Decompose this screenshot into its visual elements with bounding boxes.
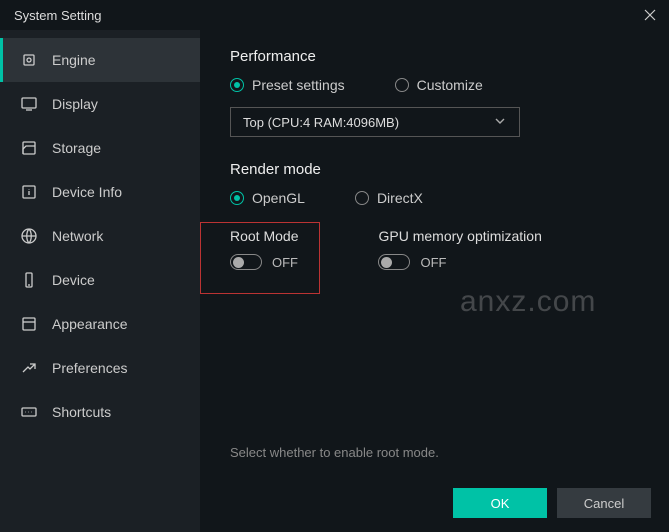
sidebar-item-device-info[interactable]: Device Info	[0, 170, 200, 214]
ok-button[interactable]: OK	[453, 488, 547, 518]
root-mode-block: Root Mode OFF	[230, 228, 298, 270]
content-panel: Performance Preset settings Customize To…	[200, 30, 669, 532]
window-title: System Setting	[14, 8, 101, 23]
watermark: anxz.com	[460, 285, 596, 319]
close-icon	[643, 8, 657, 22]
sidebar-item-label: Network	[52, 228, 103, 244]
dropdown-value: Top (CPU:4 RAM:4096MB)	[243, 115, 399, 130]
cancel-button[interactable]: Cancel	[557, 488, 651, 518]
radio-label: DirectX	[377, 190, 423, 206]
sidebar: Engine Display Storage Device Info Netwo…	[0, 30, 200, 532]
info-icon	[20, 183, 38, 201]
engine-icon	[20, 51, 38, 69]
hint-text: Select whether to enable root mode.	[230, 445, 439, 460]
shortcuts-icon	[20, 403, 38, 421]
sidebar-item-preferences[interactable]: Preferences	[0, 346, 200, 390]
switch-state: OFF	[272, 255, 298, 270]
preset-dropdown[interactable]: Top (CPU:4 RAM:4096MB)	[230, 107, 520, 137]
sidebar-item-label: Appearance	[52, 316, 128, 332]
appearance-icon	[20, 315, 38, 333]
sidebar-item-engine[interactable]: Engine	[0, 38, 200, 82]
radio-label: Customize	[417, 77, 483, 93]
sidebar-item-network[interactable]: Network	[0, 214, 200, 258]
sidebar-item-display[interactable]: Display	[0, 82, 200, 126]
radio-label: Preset settings	[252, 77, 345, 93]
root-mode-toggle[interactable]: OFF	[230, 254, 298, 270]
sidebar-item-device[interactable]: Device	[0, 258, 200, 302]
switch-state: OFF	[420, 255, 446, 270]
device-icon	[20, 271, 38, 289]
radio-dot-icon	[230, 191, 244, 205]
sidebar-item-appearance[interactable]: Appearance	[0, 302, 200, 346]
sidebar-item-label: Engine	[52, 52, 96, 68]
gpu-opt-toggle[interactable]: OFF	[378, 254, 541, 270]
radio-opengl[interactable]: OpenGL	[230, 190, 305, 206]
gpu-opt-title: GPU memory optimization	[378, 228, 541, 244]
sidebar-item-label: Preferences	[52, 360, 127, 376]
gpu-opt-block: GPU memory optimization OFF	[378, 228, 541, 270]
radio-directx[interactable]: DirectX	[355, 190, 423, 206]
render-title: Render mode	[230, 161, 639, 178]
radio-customize[interactable]: Customize	[395, 77, 483, 93]
sidebar-item-label: Device	[52, 272, 95, 288]
display-icon	[20, 95, 38, 113]
radio-dot-icon	[395, 78, 409, 92]
root-mode-title: Root Mode	[230, 228, 298, 244]
sidebar-item-shortcuts[interactable]: Shortcuts	[0, 390, 200, 434]
performance-title: Performance	[230, 48, 639, 65]
sidebar-item-storage[interactable]: Storage	[0, 126, 200, 170]
radio-dot-icon	[355, 191, 369, 205]
sidebar-item-label: Shortcuts	[52, 404, 111, 420]
close-button[interactable]	[641, 6, 659, 24]
storage-icon	[20, 139, 38, 157]
radio-label: OpenGL	[252, 190, 305, 206]
sidebar-item-label: Storage	[52, 140, 101, 156]
radio-dot-icon	[230, 78, 244, 92]
preferences-icon	[20, 359, 38, 377]
network-icon	[20, 227, 38, 245]
sidebar-item-label: Device Info	[52, 184, 122, 200]
radio-preset-settings[interactable]: Preset settings	[230, 77, 345, 93]
switch-icon	[378, 254, 410, 270]
chevron-down-icon	[493, 114, 507, 131]
switch-icon	[230, 254, 262, 270]
sidebar-item-label: Display	[52, 96, 98, 112]
